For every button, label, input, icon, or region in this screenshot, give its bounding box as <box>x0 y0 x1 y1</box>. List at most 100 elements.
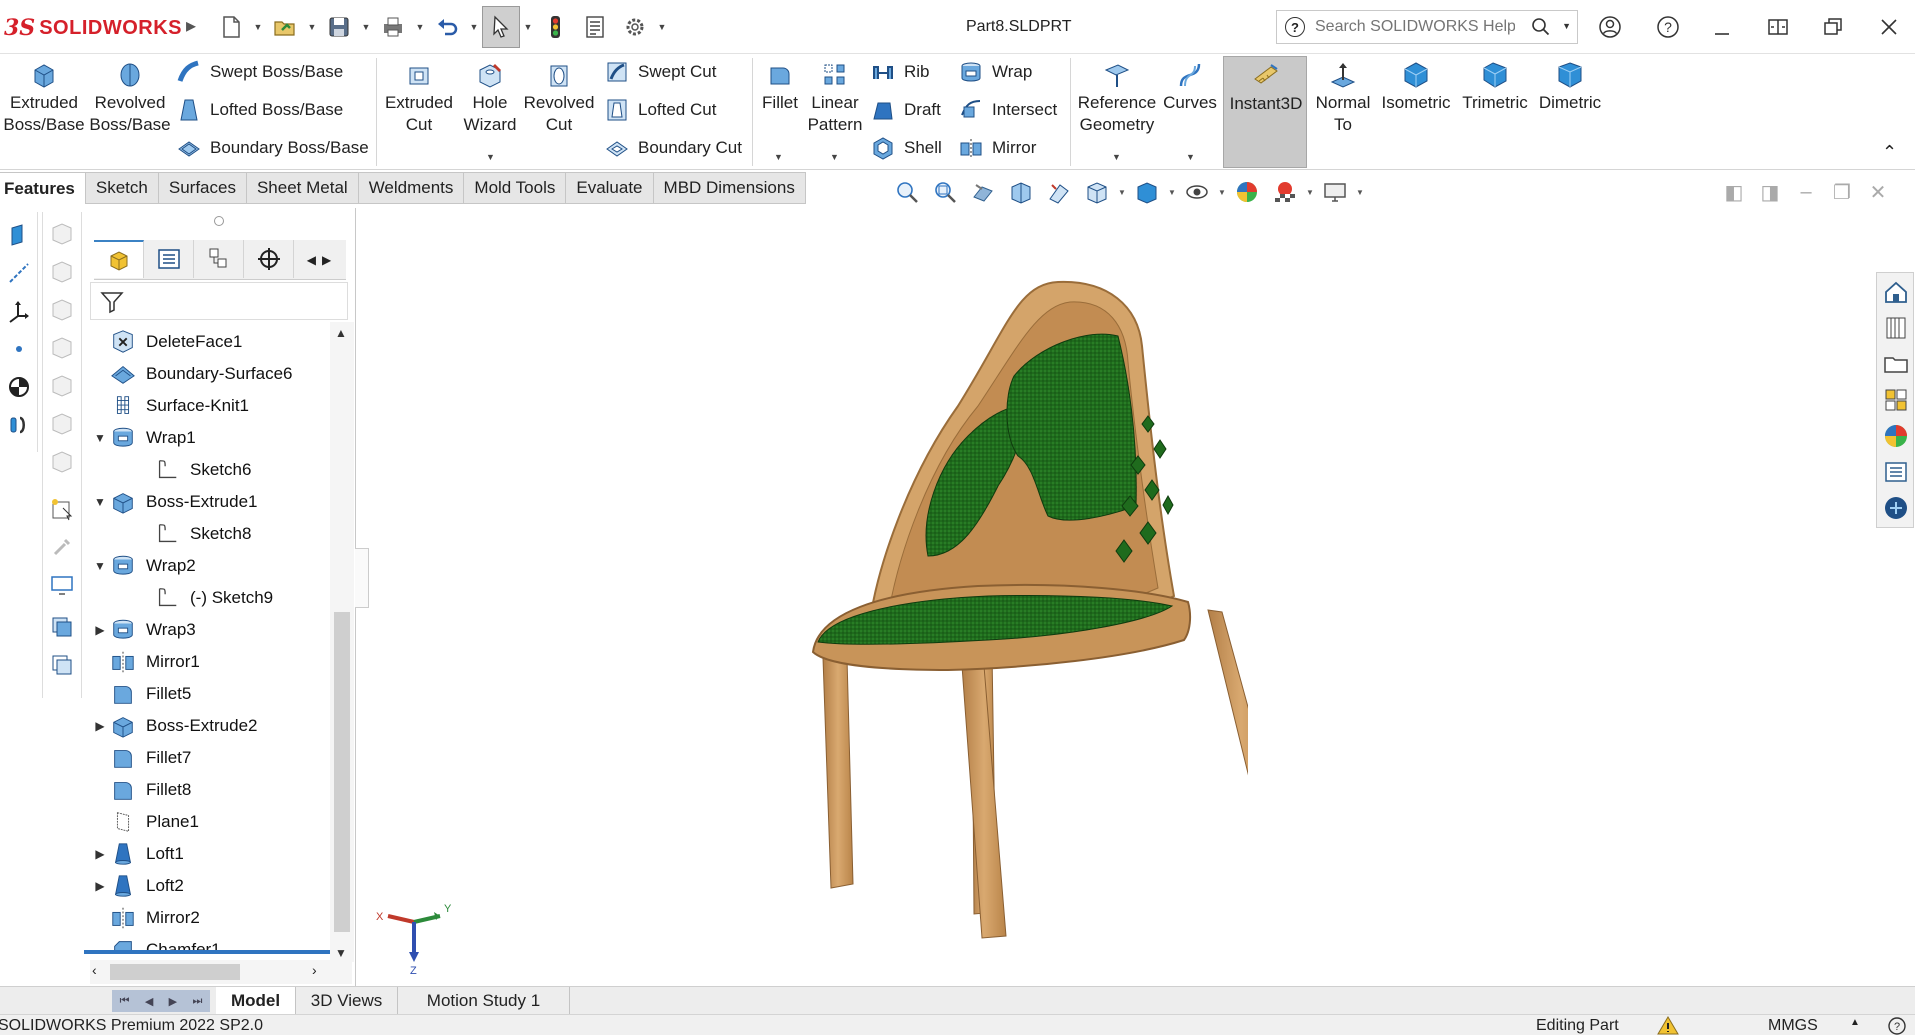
print-dropdown-icon[interactable]: ▼ <box>414 6 426 48</box>
fillet-button[interactable]: Fillet <box>758 60 802 114</box>
center-of-mass-icon[interactable] <box>4 372 34 402</box>
cube-grey-icon-6[interactable] <box>47 408 77 438</box>
tab-sheet-metal[interactable]: Sheet Metal <box>246 172 359 204</box>
swept-boss-button[interactable]: Swept Boss/Base <box>176 58 343 86</box>
feature-tree-item[interactable]: Sketch6 <box>136 454 251 486</box>
restore-icon[interactable] <box>1818 12 1848 42</box>
cube-grey-icon-4[interactable] <box>47 332 77 362</box>
feature-tree-filter[interactable] <box>90 282 348 320</box>
tab-mbd-dimensions[interactable]: MBD Dimensions <box>653 172 806 204</box>
reference-geometry-button[interactable]: Reference Geometry <box>1076 60 1158 136</box>
scroll-thumb[interactable] <box>334 612 350 932</box>
scroll-up-icon[interactable]: ▲ <box>335 326 347 340</box>
view-orientation-icon[interactable] <box>1080 177 1114 207</box>
feature-tree-item[interactable]: Boundary-Surface6 <box>92 358 292 390</box>
tab-scroll-arrows[interactable]: ◀ ▶ <box>294 240 344 279</box>
file-properties-icon[interactable] <box>576 6 614 48</box>
swept-cut-button[interactable]: Swept Cut <box>604 58 716 86</box>
feature-tree-item[interactable]: Surface-Knit1 <box>92 390 249 422</box>
isometric-button[interactable]: Isometric <box>1378 60 1454 114</box>
tab-mold-tools[interactable]: Mold Tools <box>464 172 567 204</box>
linear-pattern-button[interactable]: Linear Pattern <box>806 60 864 136</box>
search-icon[interactable] <box>1531 17 1551 37</box>
custom-properties-icon[interactable] <box>1881 457 1911 487</box>
wrap-button[interactable]: Wrap <box>958 58 1032 86</box>
feature-tree-item[interactable]: Fillet8 <box>92 774 191 806</box>
cube-grey-icon-5[interactable] <box>47 370 77 400</box>
apply-scene-icon[interactable] <box>1268 177 1302 207</box>
appearances-icon[interactable] <box>1881 421 1911 451</box>
feature-tree-item[interactable]: ▼ Wrap2 <box>92 550 196 582</box>
print-icon[interactable] <box>374 6 412 48</box>
cube-grey-icon-7[interactable] <box>47 446 77 476</box>
revolved-cut-button[interactable]: Revolved Cut <box>524 60 594 136</box>
fillet-dropdown-icon[interactable]: ▼ <box>774 152 783 162</box>
curves-dropdown-icon[interactable]: ▼ <box>1186 152 1195 162</box>
first-tab-icon[interactable]: ⏮ <box>120 995 130 1008</box>
options-dropdown-icon[interactable]: ▼ <box>656 6 668 48</box>
feature-tree-item[interactable]: DeleteFace1 <box>92 326 242 358</box>
next-tab-icon[interactable]: ▶ <box>169 995 177 1008</box>
display-style-icon[interactable] <box>1130 177 1164 207</box>
scroll-down-icon[interactable]: ▼ <box>335 946 347 960</box>
collapse-ribbon-icon[interactable]: ⌃ <box>1882 142 1904 164</box>
graphics-area[interactable]: X Y Z <box>358 206 1874 986</box>
view-settings-dropdown-icon[interactable]: ▼ <box>1356 188 1364 197</box>
user-account-icon[interactable] <box>1595 12 1625 42</box>
select-pick-icon[interactable] <box>47 494 77 524</box>
menu-expand-arrow-icon[interactable]: ▸ <box>186 15 200 37</box>
select-icon[interactable] <box>482 6 520 48</box>
search-help-input[interactable] <box>1315 18 1515 36</box>
cube-grey-icon-1[interactable] <box>47 218 77 248</box>
expand-toggle-icon[interactable]: ▼ <box>92 559 108 573</box>
apply-scene-dropdown-icon[interactable]: ▼ <box>1306 188 1314 197</box>
solidworks-resources-icon[interactable] <box>1881 277 1911 307</box>
zoom-to-fit-icon[interactable] <box>890 177 924 207</box>
boundary-boss-button[interactable]: Boundary Boss/Base <box>176 134 369 162</box>
chair-model[interactable] <box>808 266 1248 946</box>
search-dropdown-icon[interactable]: ▼ <box>1562 21 1571 31</box>
display-style-dropdown-icon[interactable]: ▼ <box>1168 188 1176 197</box>
feature-tree-item[interactable]: Sketch8 <box>136 518 251 550</box>
trimetric-button[interactable]: Trimetric <box>1458 60 1532 114</box>
section-view-icon[interactable] <box>1004 177 1038 207</box>
filter-icon[interactable] <box>99 289 125 315</box>
revolved-boss-button[interactable]: Revolved Boss/Base <box>89 60 171 136</box>
feature-tree-item[interactable]: Fillet7 <box>92 742 191 774</box>
zoom-to-area-icon[interactable] <box>928 177 962 207</box>
save-dropdown-icon[interactable]: ▼ <box>360 6 372 48</box>
paste-settings-icon[interactable] <box>47 650 77 680</box>
viewport-tile-left-icon[interactable]: ◧ <box>1722 180 1746 204</box>
feature-tree-item[interactable]: ▼ Boss-Extrude1 <box>92 486 258 518</box>
scroll-left-icon[interactable]: ‹ <box>92 962 97 978</box>
rib-button[interactable]: Rib <box>870 58 930 86</box>
feature-tree-item[interactable]: ▶ Loft2 <box>92 870 184 902</box>
rebuild-icon[interactable] <box>536 6 574 48</box>
expand-toggle-icon[interactable]: ▼ <box>92 431 108 445</box>
tab-features[interactable]: Features <box>0 172 86 204</box>
tab-evaluate[interactable]: Evaluate <box>566 172 654 204</box>
panel-grip-icon[interactable] <box>214 216 224 226</box>
lofted-cut-button[interactable]: Lofted Cut <box>604 96 716 124</box>
scroll-right-icon[interactable]: › <box>312 962 317 978</box>
hole-wizard-button[interactable]: Hole Wizard <box>462 60 518 136</box>
last-tab-icon[interactable]: ⏭ <box>192 995 202 1008</box>
tile-window-icon[interactable] <box>1763 12 1793 42</box>
linear-pattern-dropdown-icon[interactable]: ▼ <box>830 152 839 162</box>
undo-dropdown-icon[interactable]: ▼ <box>468 6 480 48</box>
tab-sketch[interactable]: Sketch <box>85 172 159 204</box>
extruded-boss-button[interactable]: Extruded Boss/Base <box>3 60 85 136</box>
edit-appearance-icon[interactable] <box>1230 177 1264 207</box>
tab-weldments[interactable]: Weldments <box>358 172 465 204</box>
feature-tree-hscroll[interactable]: ‹ › <box>90 960 352 984</box>
feature-tree-item[interactable]: ▶ Loft1 <box>92 838 184 870</box>
display-pane-icon[interactable] <box>47 570 77 600</box>
view-orientation-dropdown-icon[interactable]: ▼ <box>1118 188 1126 197</box>
previous-view-icon[interactable] <box>966 177 1000 207</box>
copy-settings-icon[interactable] <box>47 612 77 642</box>
open-icon[interactable] <box>266 6 304 48</box>
rollback-bar[interactable] <box>84 950 330 954</box>
feature-tree-item[interactable]: Plane1 <box>92 806 199 838</box>
feature-tree-item[interactable]: ▼ Wrap1 <box>92 422 196 454</box>
normal-to-button[interactable]: Normal To <box>1312 60 1374 136</box>
